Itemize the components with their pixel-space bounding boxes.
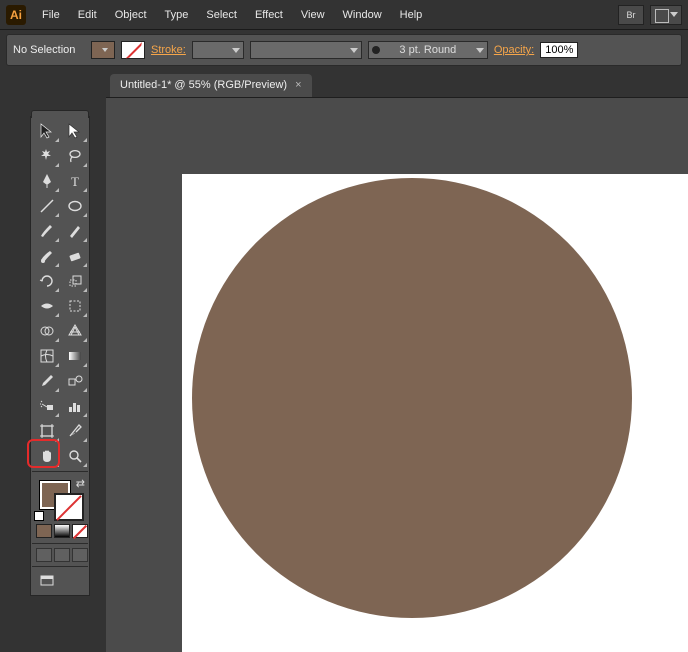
menu-help[interactable]: Help <box>392 5 431 25</box>
fill-stroke-proxy[interactable]: ⇄ <box>32 477 88 521</box>
document-tab[interactable]: Untitled-1* @ 55% (RGB/Preview) × <box>110 74 312 97</box>
opacity-label[interactable]: Opacity: <box>494 44 534 56</box>
title-bar: Ai File Edit Object Type Select Effect V… <box>0 0 688 30</box>
blob-brush-tool[interactable] <box>33 244 60 268</box>
opacity-value[interactable]: 100% <box>540 42 578 58</box>
draw-behind-button[interactable] <box>54 548 70 562</box>
main-menu: File Edit Object Type Select Effect View… <box>34 5 430 25</box>
column-graph-tool[interactable] <box>61 394 88 418</box>
rotate-tool[interactable] <box>33 269 60 293</box>
paintbrush-tool[interactable] <box>33 219 60 243</box>
blend-tool[interactable] <box>61 369 88 393</box>
stroke-weight-dropdown[interactable] <box>192 41 244 59</box>
ellipse-tool[interactable] <box>61 194 88 218</box>
circle-shape[interactable] <box>192 178 632 618</box>
artboard <box>182 174 688 652</box>
width-tool[interactable] <box>33 294 60 318</box>
direct-selection-tool[interactable] <box>61 119 88 143</box>
menu-effect[interactable]: Effect <box>247 5 291 25</box>
bridge-button[interactable]: Br <box>618 5 644 25</box>
line-segment-tool[interactable] <box>33 194 60 218</box>
color-button[interactable] <box>36 524 52 538</box>
draw-normal-button[interactable] <box>36 548 52 562</box>
app-icon: Ai <box>6 5 26 25</box>
menu-object[interactable]: Object <box>107 5 155 25</box>
workspace-switcher[interactable] <box>650 5 682 25</box>
lasso-tool[interactable] <box>61 144 88 168</box>
menu-edit[interactable]: Edit <box>70 5 105 25</box>
svg-text:T: T <box>71 174 79 189</box>
brush-dot-icon <box>372 46 380 54</box>
gradient-tool[interactable] <box>61 344 88 368</box>
control-bar: No Selection Stroke: 3 pt. Round Opacity… <box>6 34 682 66</box>
brush-definition-dropdown[interactable]: 3 pt. Round <box>368 41 488 59</box>
scale-tool[interactable] <box>61 269 88 293</box>
draw-inside-button[interactable] <box>72 548 88 562</box>
eraser-tool[interactable] <box>61 244 88 268</box>
swap-fill-stroke-icon[interactable]: ⇄ <box>76 477 85 490</box>
pen-tool[interactable] <box>33 169 60 193</box>
free-transform-tool[interactable] <box>61 294 88 318</box>
tools-panel: T <box>30 116 90 596</box>
gradient-button[interactable] <box>54 524 70 538</box>
selection-status: No Selection <box>13 44 85 56</box>
none-button[interactable] <box>72 524 88 538</box>
perspective-grid-tool[interactable] <box>61 319 88 343</box>
screen-mode-button[interactable] <box>33 569 60 593</box>
stroke-color-swatch[interactable] <box>121 41 145 59</box>
document-tab-bar: Untitled-1* @ 55% (RGB/Preview) × <box>106 70 688 98</box>
close-tab-icon[interactable]: × <box>295 79 301 91</box>
menu-select[interactable]: Select <box>198 5 245 25</box>
zoom-tool[interactable] <box>61 444 88 468</box>
menu-type[interactable]: Type <box>157 5 197 25</box>
artboard-tool[interactable] <box>33 419 60 443</box>
eyedropper-tool[interactable] <box>33 369 60 393</box>
stroke-proxy[interactable] <box>54 493 84 521</box>
color-mode-row <box>32 521 92 541</box>
fill-color-swatch[interactable] <box>91 41 115 59</box>
menu-view[interactable]: View <box>293 5 333 25</box>
canvas[interactable] <box>106 98 688 652</box>
document-area: Untitled-1* @ 55% (RGB/Preview) × <box>106 70 688 652</box>
menu-file[interactable]: File <box>34 5 68 25</box>
selection-tool[interactable] <box>33 119 60 143</box>
default-fill-stroke-icon[interactable] <box>34 511 44 521</box>
mesh-tool[interactable] <box>33 344 60 368</box>
brush-label: 3 pt. Round <box>399 44 456 56</box>
variable-width-profile-dropdown[interactable] <box>250 41 362 59</box>
document-tab-label: Untitled-1* @ 55% (RGB/Preview) <box>120 79 287 91</box>
stroke-label[interactable]: Stroke: <box>151 44 186 56</box>
hand-tool[interactable] <box>33 444 60 468</box>
menu-window[interactable]: Window <box>335 5 390 25</box>
magic-wand-tool[interactable] <box>33 144 60 168</box>
shape-builder-tool[interactable] <box>33 319 60 343</box>
pencil-tool[interactable] <box>61 219 88 243</box>
slice-tool[interactable] <box>61 419 88 443</box>
type-tool[interactable]: T <box>61 169 88 193</box>
draw-mode-row <box>32 546 92 564</box>
symbol-sprayer-tool[interactable] <box>33 394 60 418</box>
